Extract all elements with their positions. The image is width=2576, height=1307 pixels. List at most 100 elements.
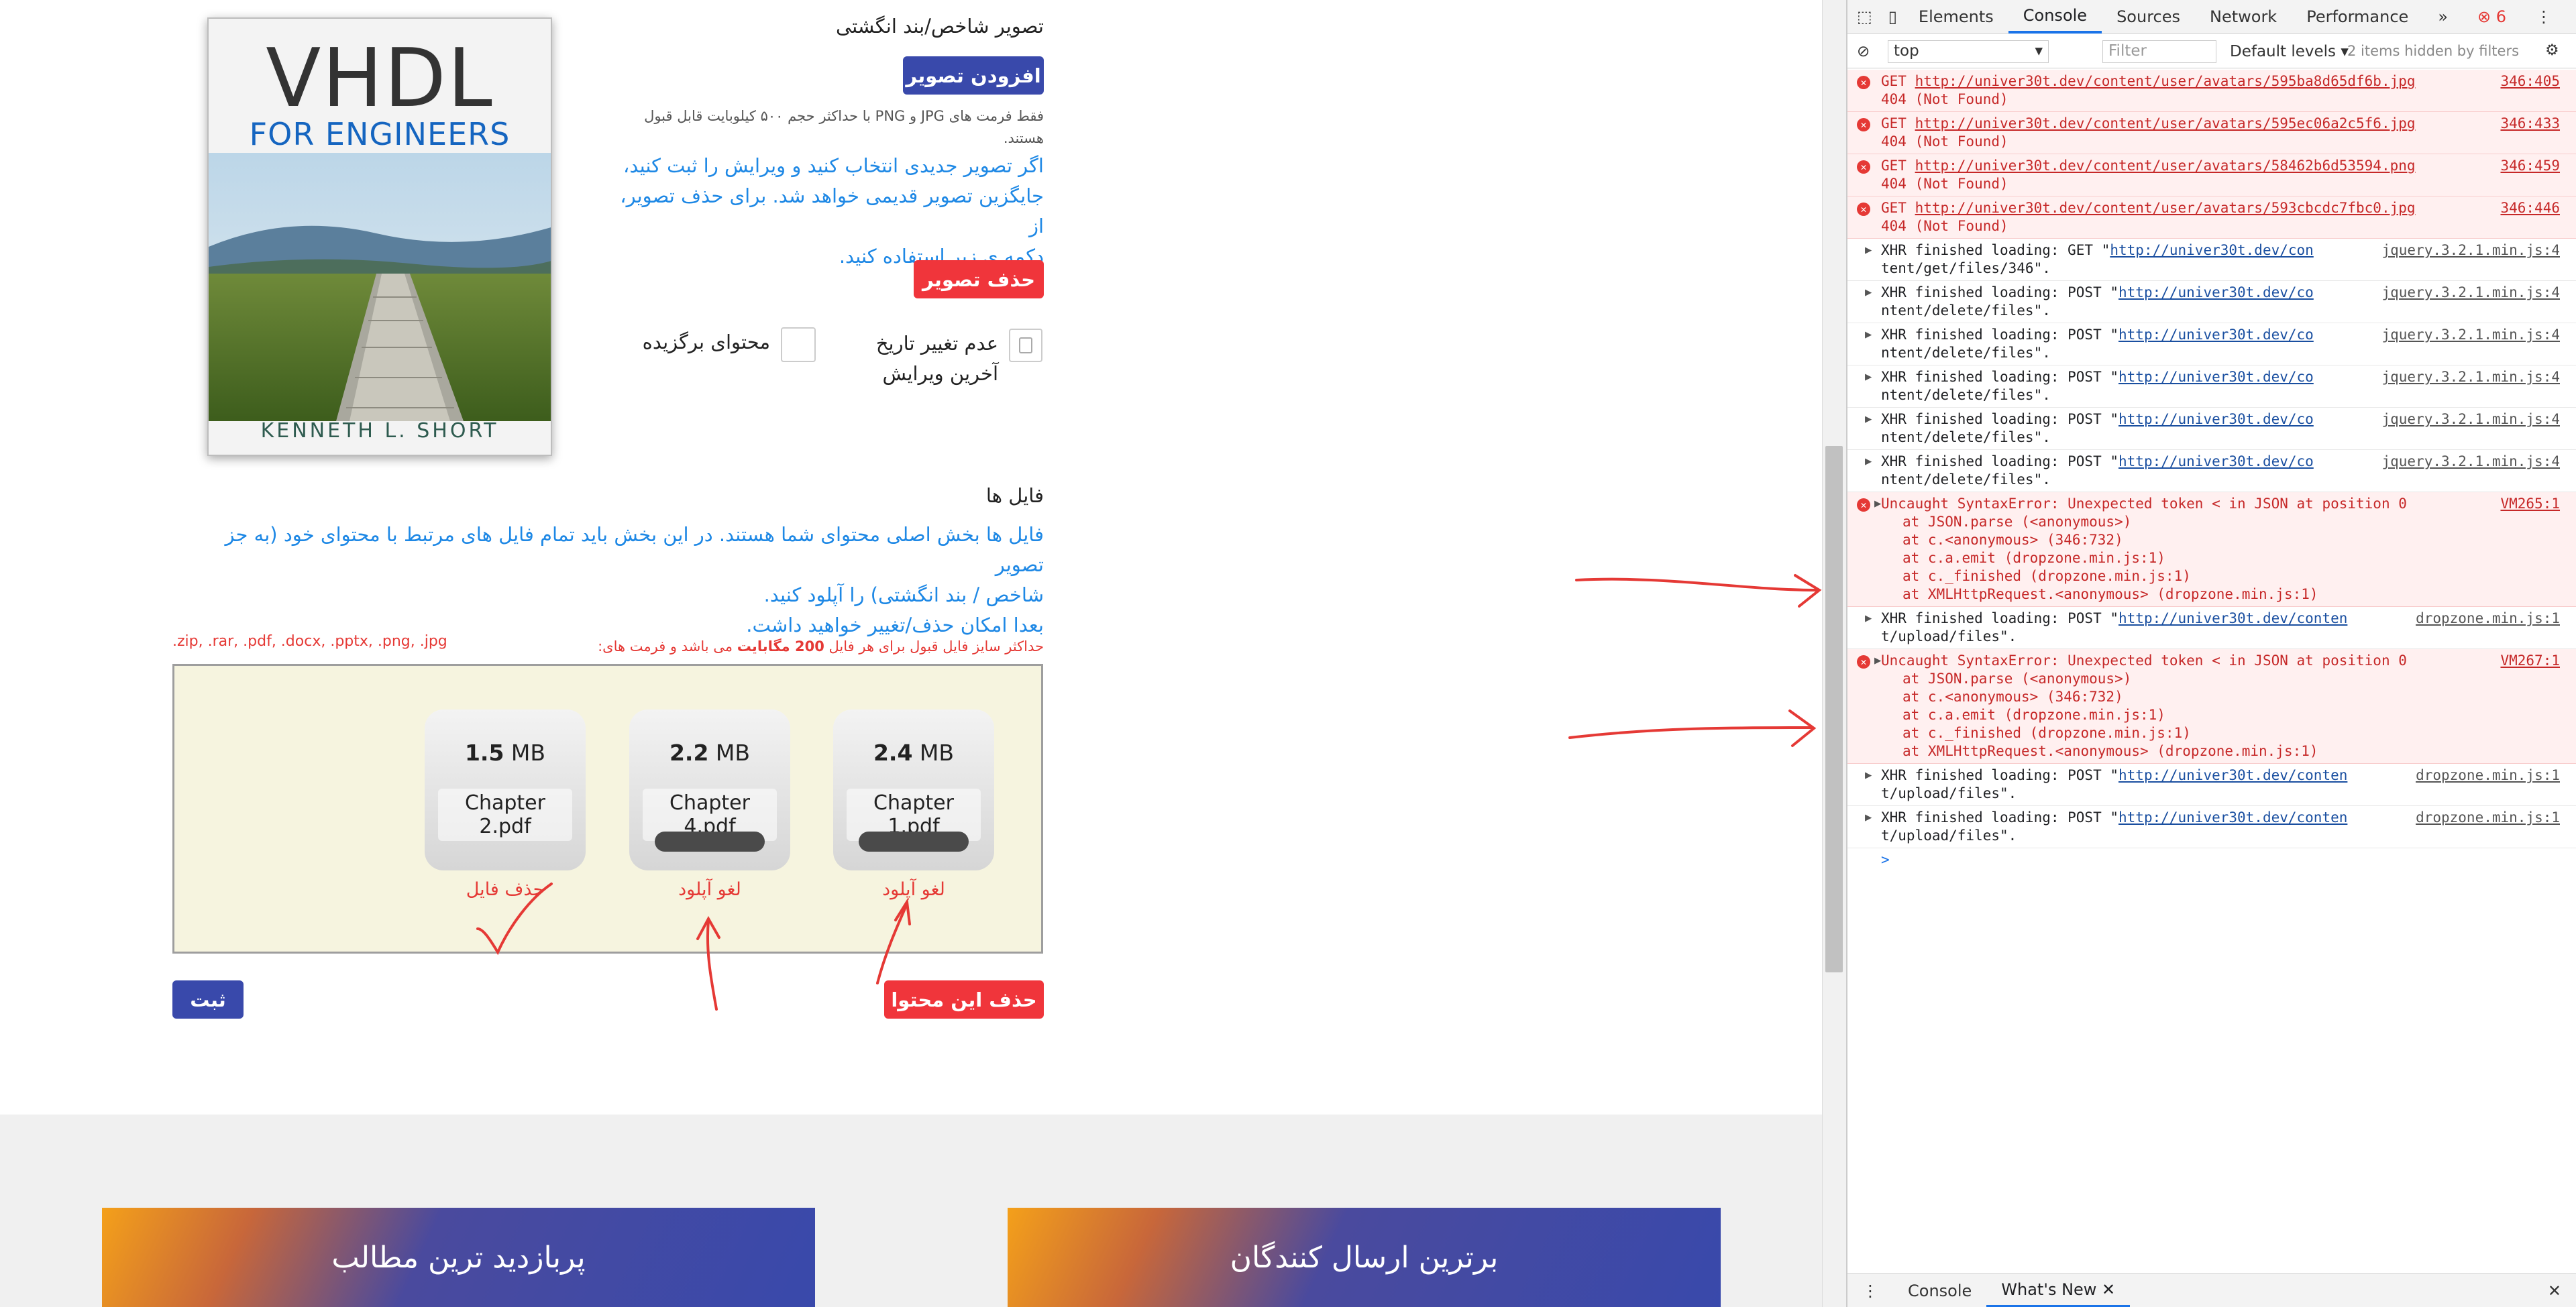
expand-arrow-icon[interactable]: ▶ <box>1865 326 1872 344</box>
expand-arrow-icon[interactable]: ▶ <box>1865 610 1872 628</box>
close-drawer-icon[interactable]: ✕ <box>2533 1274 2576 1307</box>
error-icon: ✕ <box>1857 118 1870 131</box>
console-log-entry[interactable]: ✕ ▶ Uncaught SyntaxError: Unexpected token… <box>1847 492 2576 607</box>
expand-arrow-icon[interactable]: ▶ <box>1865 410 1872 429</box>
log-source-link[interactable]: 346:459 <box>2500 157 2560 175</box>
log-source-link[interactable]: 346:405 <box>2500 72 2560 91</box>
error-count: 6 <box>2496 7 2507 26</box>
log-url-link[interactable]: http://univer30t.dev/con <box>2110 242 2313 258</box>
log-message-tail: ntent/delete/files". <box>1881 345 2051 361</box>
stack-frame: at JSON.parse (<anonymous>) <box>1902 671 2132 687</box>
annotation-arrows-icon <box>476 574 1822 1011</box>
log-url-link[interactable]: http://univer30t.dev/content/user/avatar… <box>1915 115 2416 131</box>
context-selector[interactable]: top ▾ <box>1888 40 2049 63</box>
console-log-entry[interactable]: ▶ XHR finished loading: POST "http://univ… <box>1847 281 2576 323</box>
log-message-tail: tent/get/files/346". <box>1881 260 2051 276</box>
log-source-link[interactable]: jquery.3.2.1.min.js:4 <box>2381 241 2560 260</box>
expand-arrow-icon[interactable]: ▶ <box>1865 284 1872 302</box>
drawer-menu-icon[interactable]: ⋮ <box>1847 1274 1893 1307</box>
log-source-link[interactable]: dropzone.min.js:1 <box>2416 809 2560 827</box>
console-log-entry[interactable]: ✕ GET http://univer30t.dev/content/user/a… <box>1847 112 2576 154</box>
expand-arrow-icon[interactable]: ▶ <box>1865 368 1872 386</box>
log-url-link[interactable]: http://univer30t.dev/co <box>2118 369 2314 385</box>
most-viewed-box[interactable]: پربازدید ترین مطالب <box>102 1208 815 1307</box>
kebab-menu-icon[interactable]: ⋮ <box>2521 0 2567 34</box>
expand-arrow-icon[interactable]: ▶ <box>1865 809 1872 827</box>
log-source-link[interactable]: jquery.3.2.1.min.js:4 <box>2381 410 2560 429</box>
expand-arrow-icon[interactable]: ▶ <box>1865 453 1872 471</box>
console-log-entry[interactable]: ▶ XHR finished loading: POST "http://univ… <box>1847 764 2576 806</box>
console-log-entry[interactable]: ▶ XHR finished loading: POST "http://univ… <box>1847 607 2576 649</box>
console-log-entry[interactable]: ▶ XHR finished loading: POST "http://univ… <box>1847 365 2576 408</box>
log-levels-label: Default levels <box>2230 43 2337 60</box>
more-tabs-button[interactable]: » <box>2423 0 2463 34</box>
console-log-entry[interactable]: ✕ GET http://univer30t.dev/content/user/a… <box>1847 196 2576 239</box>
log-source-link[interactable]: VM265:1 <box>2500 495 2560 513</box>
log-source-link[interactable]: 346:446 <box>2500 199 2560 217</box>
log-source-link[interactable]: jquery.3.2.1.min.js:4 <box>2381 453 2560 471</box>
log-url-link[interactable]: http://univer30t.dev/conten <box>2118 610 2347 626</box>
console-log-entry[interactable]: ✕ ▶ Uncaught SyntaxError: Unexpected token… <box>1847 649 2576 764</box>
console-log-list: ✕ GET http://univer30t.dev/content/user/a… <box>1847 70 2576 872</box>
console-prompt[interactable]: > <box>1847 848 2576 872</box>
log-url-link[interactable]: http://univer30t.dev/co <box>2118 411 2314 427</box>
log-url-link[interactable]: http://univer30t.dev/conten <box>2118 767 2347 783</box>
console-filter-input[interactable]: Filter <box>2102 40 2216 63</box>
console-log-entry[interactable]: ▶ XHR finished loading: POST "http://univ… <box>1847 408 2576 450</box>
log-source-link[interactable]: jquery.3.2.1.min.js:4 <box>2381 368 2560 386</box>
log-url-link[interactable]: http://univer30t.dev/conten <box>2118 809 2347 826</box>
clear-console-icon[interactable]: ⊘ <box>1857 43 1870 60</box>
log-message: GET <box>1881 200 1915 216</box>
console-log-entry[interactable]: ✕ GET http://univer30t.dev/content/user/a… <box>1847 154 2576 196</box>
log-source-link[interactable]: dropzone.min.js:1 <box>2416 766 2560 785</box>
log-url-link[interactable]: http://univer30t.dev/co <box>2118 284 2314 300</box>
top-contributors-box[interactable]: برترین ارسال کنندگان <box>1008 1208 1721 1307</box>
stack-frame: at c.a.emit (dropzone.min.js:1) <box>1902 707 2165 723</box>
log-source-link[interactable]: VM267:1 <box>2500 652 2560 670</box>
log-url-link[interactable]: http://univer30t.dev/content/user/avatar… <box>1915 200 2416 216</box>
stack-frame: at c._finished (dropzone.min.js:1) <box>1902 725 2191 741</box>
log-levels-dropdown[interactable]: Default levels ▾ <box>2230 43 2349 60</box>
dropdown-arrow-icon: ▾ <box>2035 42 2043 60</box>
log-message: XHR finished loading: POST " <box>1881 411 2119 427</box>
tab-console[interactable]: Console <box>2008 0 2102 34</box>
expand-arrow-icon[interactable]: ▶ <box>1874 652 1881 670</box>
close-devtools-icon[interactable]: ✕ <box>2567 0 2576 34</box>
log-source-link[interactable]: dropzone.min.js:1 <box>2416 610 2560 628</box>
tab-sources[interactable]: Sources <box>2102 0 2195 34</box>
error-counter[interactable]: ⊗ 6 <box>2463 0 2521 34</box>
log-source-link[interactable]: jquery.3.2.1.min.js:4 <box>2381 284 2560 302</box>
inspect-element-icon[interactable]: ⬚ <box>1847 0 1882 34</box>
console-log-entry[interactable]: ▶ XHR finished loading: POST "http://univ… <box>1847 806 2576 848</box>
log-message-tail: 404 (Not Found) <box>1881 91 2008 107</box>
log-url-link[interactable]: http://univer30t.dev/co <box>2118 327 2314 343</box>
scrollbar-thumb[interactable] <box>1825 446 1843 972</box>
device-toolbar-icon[interactable]: ▯ <box>1882 0 1904 34</box>
log-url-link[interactable]: http://univer30t.dev/content/user/avatar… <box>1915 158 2416 174</box>
drawer-tab-console[interactable]: Console <box>1893 1274 1986 1307</box>
log-url-link[interactable]: http://univer30t.dev/co <box>2118 453 2314 469</box>
log-message-tail: t/upload/files". <box>1881 785 2017 801</box>
drawer-tab-whats-new[interactable]: What's New ✕ <box>1986 1274 2131 1307</box>
log-message-tail: 404 (Not Found) <box>1881 176 2008 192</box>
log-message: Uncaught SyntaxError: Unexpected token <… <box>1881 496 2407 512</box>
console-log-entry[interactable]: ✕ GET http://univer30t.dev/content/user/a… <box>1847 70 2576 112</box>
stack-frame: at JSON.parse (<anonymous>) <box>1902 514 2132 530</box>
log-source-link[interactable]: jquery.3.2.1.min.js:4 <box>2381 326 2560 344</box>
console-log-entry[interactable]: ▶ XHR finished loading: POST "http://univ… <box>1847 450 2576 492</box>
log-message: GET <box>1881 115 1915 131</box>
tab-performance[interactable]: Performance <box>2292 0 2423 34</box>
tab-elements[interactable]: Elements <box>1904 0 2008 34</box>
context-value: top <box>1894 42 1919 60</box>
settings-gear-icon[interactable]: ⚙ <box>2545 42 2559 59</box>
console-log-entry[interactable]: ▶ XHR finished loading: GET "http://unive… <box>1847 239 2576 281</box>
log-message-tail: ntent/delete/files". <box>1881 387 2051 403</box>
log-source-link[interactable]: 346:433 <box>2500 115 2560 133</box>
log-url-link[interactable]: http://univer30t.dev/content/user/avatar… <box>1915 73 2416 89</box>
console-log-entry[interactable]: ▶ XHR finished loading: POST "http://univ… <box>1847 323 2576 365</box>
expand-arrow-icon[interactable]: ▶ <box>1865 241 1872 260</box>
expand-arrow-icon[interactable]: ▶ <box>1865 766 1872 785</box>
tab-network[interactable]: Network <box>2195 0 2292 34</box>
expand-arrow-icon[interactable]: ▶ <box>1874 495 1881 513</box>
log-message: GET <box>1881 73 1915 89</box>
